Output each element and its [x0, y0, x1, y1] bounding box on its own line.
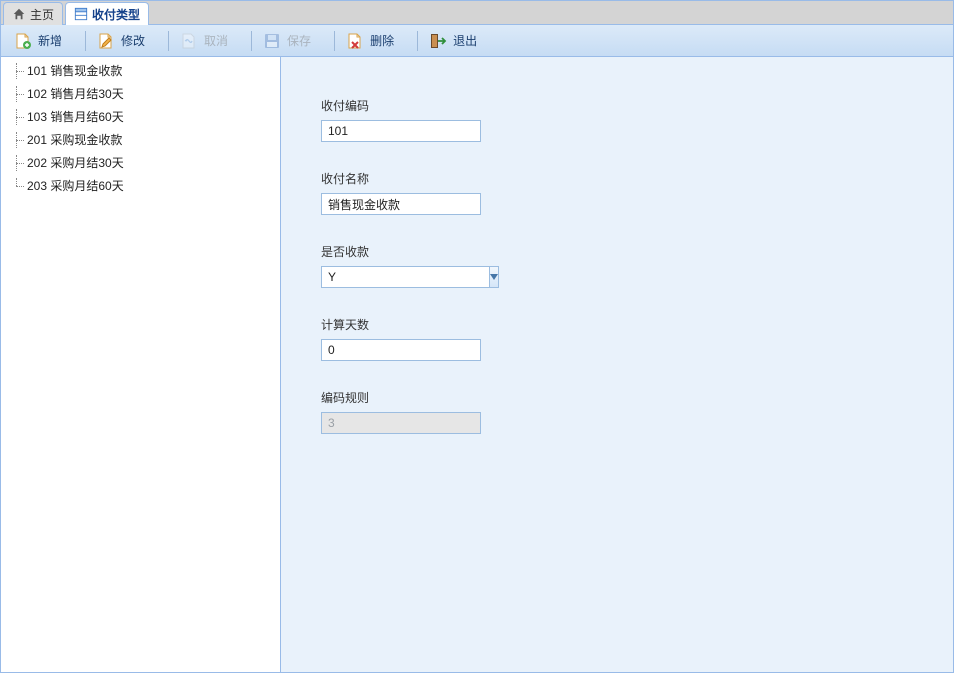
- name-label: 收付名称: [321, 170, 953, 187]
- form-panel: 收付编码 收付名称 是否收款 计算天数: [281, 57, 953, 672]
- is-receive-label: 是否收款: [321, 243, 953, 260]
- delete-icon: [346, 32, 364, 50]
- toolbar-separator: [168, 31, 169, 51]
- tree-node-label: 102 销售月结30天: [27, 85, 124, 102]
- home-icon: [12, 7, 26, 21]
- delete-button-label: 删除: [370, 32, 394, 49]
- new-button[interactable]: 新增: [7, 28, 73, 54]
- exit-button-label: 退出: [453, 32, 477, 49]
- tree-panel: 101 销售现金收款 102 销售月结30天 103 销售月结60天 201 采购现金…: [1, 57, 281, 672]
- tree-lines-icon: [9, 155, 25, 171]
- is-receive-combo[interactable]: [321, 266, 481, 288]
- save-button-label: 保存: [287, 32, 311, 49]
- new-icon: [14, 32, 32, 50]
- save-icon: [263, 32, 281, 50]
- tree-node-label: 201 采购现金收款: [27, 131, 122, 148]
- app-window: 主页 收付类型 新增: [0, 0, 954, 673]
- tree-node-label: 103 销售月结60天: [27, 108, 124, 125]
- tab-home[interactable]: 主页: [3, 2, 63, 25]
- tree-node-label: 202 采购月结30天: [27, 154, 124, 171]
- content-body: 101 销售现金收款 102 销售月结30天 103 销售月结60天 201 采购现金…: [1, 57, 953, 672]
- tree-node[interactable]: 101 销售现金收款: [1, 59, 280, 82]
- field-days: 计算天数: [321, 316, 953, 361]
- edit-button-label: 修改: [121, 32, 145, 49]
- tree-node[interactable]: 102 销售月结30天: [1, 82, 280, 105]
- tree-lines-icon: [9, 63, 25, 79]
- tree-node[interactable]: 202 采购月结30天: [1, 151, 280, 174]
- tree-node-label: 203 采购月结60天: [27, 177, 124, 194]
- tab-home-label: 主页: [30, 6, 54, 23]
- name-input[interactable]: [321, 193, 481, 215]
- code-input[interactable]: [321, 120, 481, 142]
- edit-icon: [97, 32, 115, 50]
- exit-button[interactable]: 退出: [422, 28, 488, 54]
- days-input[interactable]: [321, 339, 481, 361]
- chevron-down-icon: [490, 274, 498, 280]
- tree-lines-icon: [9, 109, 25, 125]
- rule-input: [321, 412, 481, 434]
- combo-trigger[interactable]: [489, 266, 499, 288]
- toolbar-separator: [334, 31, 335, 51]
- tree-node-label: 101 销售现金收款: [27, 62, 122, 79]
- toolbar-separator: [85, 31, 86, 51]
- is-receive-input[interactable]: [321, 266, 489, 288]
- field-rule: 编码规则: [321, 389, 953, 434]
- grid-icon: [74, 7, 88, 21]
- cancel-button-label: 取消: [204, 32, 228, 49]
- tree-lines-icon: [9, 178, 25, 194]
- field-code: 收付编码: [321, 97, 953, 142]
- days-label: 计算天数: [321, 316, 953, 333]
- cancel-icon: [180, 32, 198, 50]
- toolbar: 新增 修改 取消 保存: [1, 25, 953, 57]
- cancel-button[interactable]: 取消: [173, 28, 239, 54]
- toolbar-separator: [251, 31, 252, 51]
- code-label: 收付编码: [321, 97, 953, 114]
- tree-node[interactable]: 203 采购月结60天: [1, 174, 280, 197]
- tree-node[interactable]: 103 销售月结60天: [1, 105, 280, 128]
- tab-payment-type[interactable]: 收付类型: [65, 2, 149, 25]
- edit-button[interactable]: 修改: [90, 28, 156, 54]
- exit-icon: [429, 32, 447, 50]
- new-button-label: 新增: [38, 32, 62, 49]
- toolbar-separator: [417, 31, 418, 51]
- tree-lines-icon: [9, 132, 25, 148]
- rule-label: 编码规则: [321, 389, 953, 406]
- tree-node[interactable]: 201 采购现金收款: [1, 128, 280, 151]
- tree-lines-icon: [9, 86, 25, 102]
- save-button[interactable]: 保存: [256, 28, 322, 54]
- delete-button[interactable]: 删除: [339, 28, 405, 54]
- field-is-receive: 是否收款: [321, 243, 953, 288]
- tab-strip: 主页 收付类型: [1, 1, 953, 25]
- tab-payment-type-label: 收付类型: [92, 6, 140, 23]
- field-name: 收付名称: [321, 170, 953, 215]
